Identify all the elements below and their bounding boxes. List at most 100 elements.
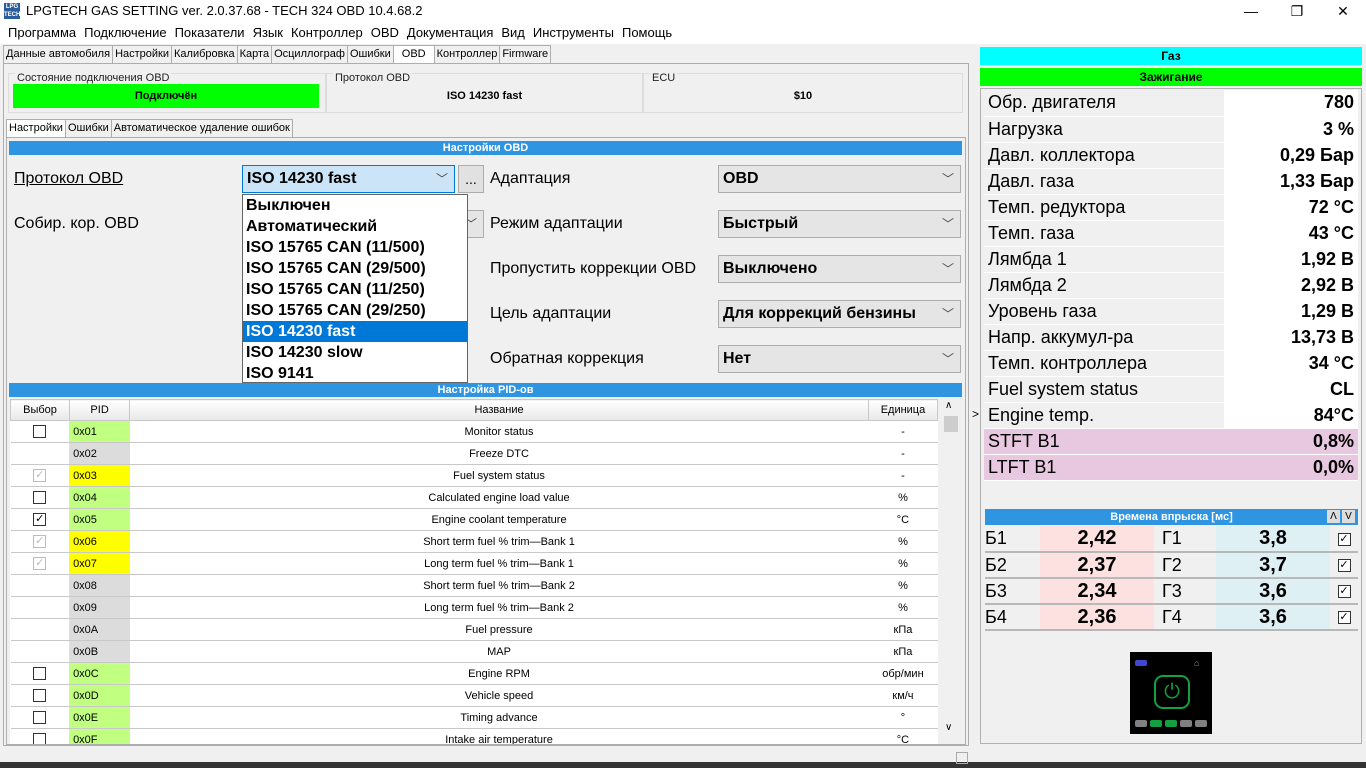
table-row[interactable]: 0x04 Calculated engine load value% [10, 486, 938, 509]
scroll-down-button[interactable]: V [1342, 510, 1355, 523]
table-row[interactable]: 0x01 Monitor status - [10, 420, 938, 443]
table-row[interactable]: ✓ 0x03 Fuel system status - [10, 464, 938, 487]
menu-item[interactable]: Документация [403, 22, 498, 44]
scroll-thumb[interactable] [944, 416, 958, 432]
tab-2[interactable]: Калибровка [171, 45, 238, 63]
tab-7[interactable]: Контроллер [433, 45, 501, 63]
row-checkbox[interactable] [33, 425, 47, 438]
table-row[interactable]: ✓ 0x05 Engine coolant temperature °C [10, 508, 938, 531]
table-row[interactable]: 0x02 Freeze DTC - [10, 442, 938, 465]
table-row[interactable]: 0x0C Engine RPM обр/мин [10, 662, 938, 685]
row-checkbox[interactable] [33, 711, 47, 724]
setting-label: Адаптация [490, 170, 571, 187]
resize-grip[interactable] [956, 752, 968, 764]
table-row[interactable]: 0x0B MAP кПа [10, 640, 938, 663]
dropdown-option[interactable]: Автоматический [243, 216, 467, 237]
row-checkbox[interactable] [33, 667, 47, 680]
collect-corrections-label: Собир. кор. OBD [14, 215, 139, 232]
menu-item[interactable]: Помощь [618, 22, 676, 44]
setting-combo[interactable]: OBD ﹀ [718, 165, 961, 193]
tab-8[interactable]: Firmware [499, 45, 552, 63]
dropdown-option[interactable]: ISO 14230 slow [243, 342, 467, 363]
menu-item[interactable]: Показатели [171, 22, 249, 44]
cylinder-enable-cell: ✓ [1330, 552, 1358, 579]
column-header[interactable]: Название [129, 399, 869, 421]
parameter-label: STFT B1 [984, 428, 1224, 455]
cylinder-enable-checkbox[interactable]: ✓ [1337, 585, 1351, 599]
menu-item[interactable]: Подключение [80, 22, 170, 44]
row-checkbox[interactable] [33, 689, 47, 702]
parameter-row: Обр. двигателя 780 [984, 90, 1358, 117]
injection-times-title: Времена впрыска [мс] [1110, 511, 1233, 523]
menu-item[interactable]: Вид [497, 22, 529, 44]
parameter-value: 72 °C [1224, 194, 1358, 221]
setting-combo[interactable]: Для коррекций бензины ﹀ [718, 300, 961, 328]
table-row[interactable]: 0x08 Short term fuel % trim—Bank 2% [10, 574, 938, 597]
parameter-label: LTFT B1 [984, 454, 1224, 481]
scroll-up-button[interactable]: Λ [1327, 510, 1340, 523]
menu-item[interactable]: Программа [4, 22, 80, 44]
dropdown-option[interactable]: ISO 15765 CAN (29/250) [243, 300, 467, 321]
table-row[interactable]: 0x0D Vehicle speed км/ч [10, 684, 938, 707]
pid-cell: 0x06 [69, 530, 130, 553]
row-checkbox[interactable] [33, 733, 47, 744]
pid-table-scrollbar[interactable]: ∧ ∨ [942, 398, 960, 744]
close-button[interactable]: ✕ [1320, 0, 1366, 22]
tab-5[interactable]: Ошибки [346, 45, 394, 63]
table-row[interactable]: 0x0E Timing advance ° [10, 706, 938, 729]
dropdown-option[interactable]: ISO 14230 fast [243, 321, 467, 342]
gas-time-value: 3,8 [1216, 526, 1330, 553]
parameter-label: Fuel system status [984, 376, 1224, 403]
maximize-button[interactable]: ❐ [1274, 0, 1320, 22]
minimize-button[interactable]: — [1228, 0, 1274, 22]
table-row[interactable]: ✓ 0x06 Short term fuel % trim—Bank 1% [10, 530, 938, 553]
setting-combo[interactable]: Выключено ﹀ [718, 255, 961, 283]
dropdown-option[interactable]: ISO 15765 CAN (29/500) [243, 258, 467, 279]
parameter-value: 13,73 В [1224, 324, 1358, 351]
column-header[interactable]: Единица [867, 399, 939, 421]
menu-item[interactable]: Контроллер [287, 22, 367, 44]
dropdown-option[interactable]: ISO 15765 CAN (11/500) [243, 237, 467, 258]
cylinder-enable-checkbox[interactable]: ✓ [1337, 611, 1351, 625]
subtab-1[interactable]: Ошибки [64, 119, 112, 137]
tab-0[interactable]: Данные автомобиля [3, 45, 114, 63]
dropdown-option[interactable]: Выключен [243, 195, 467, 216]
table-row[interactable]: 0x09 Long term fuel % trim—Bank 2% [10, 596, 938, 619]
tab-3[interactable]: Карта [236, 45, 273, 63]
cylinder-enable-checkbox[interactable]: ✓ [1337, 559, 1351, 573]
pid-cell: 0x02 [69, 442, 130, 465]
protocol-more-button[interactable]: ... [458, 165, 484, 193]
column-header[interactable]: Выбор [9, 399, 71, 421]
table-row[interactable]: 0x0F Intake air temperature °C [10, 728, 938, 744]
scroll-up-icon[interactable]: ∧ [945, 400, 952, 411]
table-row[interactable]: 0x0A Fuel pressure кПа [10, 618, 938, 641]
table-row[interactable]: ✓ 0x07 Long term fuel % trim—Bank 1% [10, 552, 938, 575]
subtab-2[interactable]: Автоматическое удаление ошибок [110, 119, 293, 137]
controller-switch-image[interactable]: ⌂ ⏻ [1130, 652, 1212, 734]
protocol-obd-combo[interactable]: ISO 14230 fast ﹀ [242, 165, 455, 193]
unit-cell: обр/мин [868, 662, 938, 685]
led-indicator [1135, 660, 1147, 666]
cylinder-enable-checkbox[interactable]: ✓ [1337, 532, 1351, 546]
tab-6[interactable]: OBD [392, 45, 435, 63]
subtab-0[interactable]: Настройки [6, 119, 66, 137]
menu-item[interactable]: OBD [367, 22, 403, 44]
menu-item[interactable]: Язык [249, 22, 287, 44]
tab-4[interactable]: Осциллограф [271, 45, 348, 63]
engine-icon: ⌂ [1194, 658, 1200, 668]
tab-1[interactable]: Настройки [112, 45, 172, 63]
menu-item[interactable]: Инструменты [529, 22, 618, 44]
name-cell: Short term fuel % trim—Bank 2 [129, 574, 869, 597]
setting-label: Пропустить коррекции OBD [490, 260, 697, 277]
row-checkbox[interactable] [33, 491, 47, 504]
scroll-down-icon[interactable]: ∨ [945, 722, 952, 733]
parameter-value: 0,8% [1224, 428, 1358, 455]
row-checkbox[interactable]: ✓ [33, 513, 47, 526]
dropdown-option[interactable]: ISO 9141 [243, 363, 467, 384]
parameter-label: Лямбда 2 [984, 272, 1224, 299]
dropdown-option[interactable]: ISO 15765 CAN (11/250) [243, 279, 467, 300]
setting-combo[interactable]: Быстрый ﹀ [718, 210, 961, 238]
setting-combo[interactable]: Нет ﹀ [718, 345, 961, 373]
select-cell: ✓ [10, 530, 70, 553]
column-header[interactable]: PID [69, 399, 131, 421]
